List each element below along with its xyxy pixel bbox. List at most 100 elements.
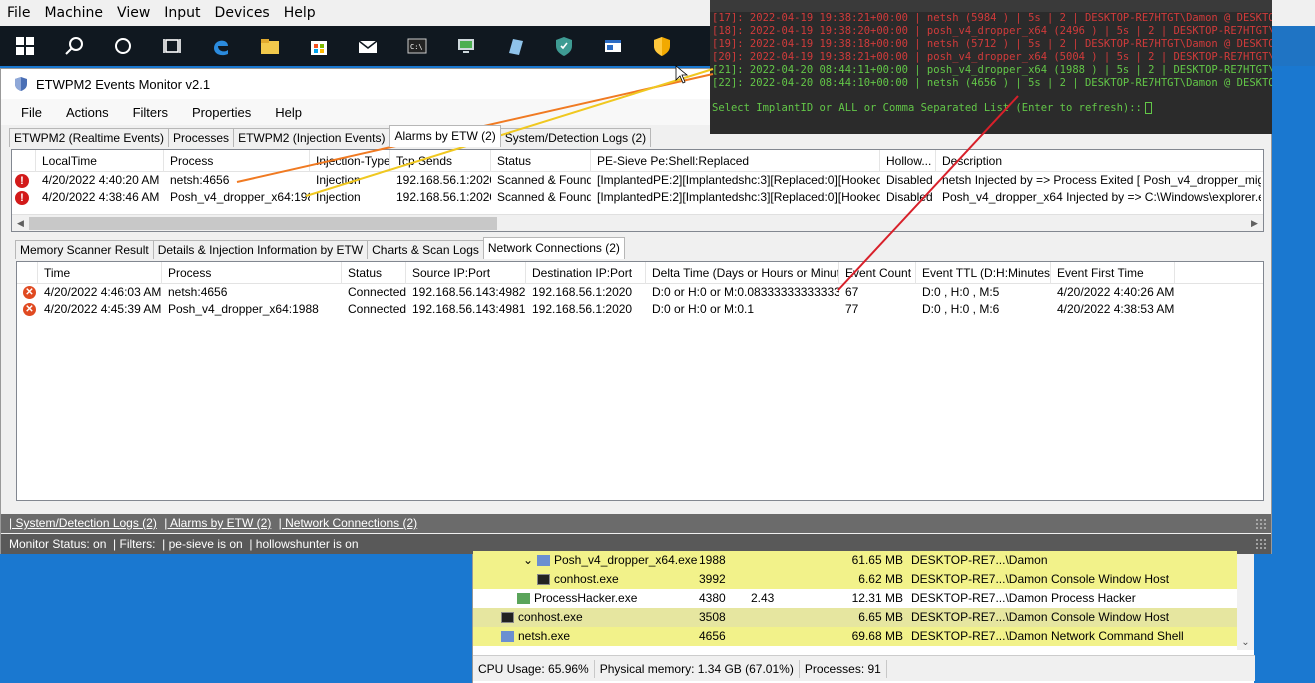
edge-icon[interactable] [196, 26, 245, 66]
vm-menu-view[interactable]: View [110, 0, 157, 26]
menu-filters[interactable]: Filters [121, 105, 180, 120]
etwpm2-window: ETWPM2 Events Monitor v2.1 File Actions … [0, 68, 1272, 554]
terminal-titlebar [710, 0, 1272, 12]
menu-help[interactable]: Help [263, 105, 314, 120]
defender-icon[interactable] [539, 26, 588, 66]
connection-alert-icon: ✕ [23, 303, 36, 317]
alarms-col-description[interactable]: Description [936, 150, 1261, 172]
cortana-icon[interactable] [98, 26, 147, 66]
alarms-col-localtime[interactable]: LocalTime [36, 150, 164, 172]
alarm-cell-time: 4/20/2022 4:38:46 AM [42, 190, 160, 204]
log-links-bar: | System/Detection Logs (2) | Alarms by … [1, 514, 1271, 533]
process-row[interactable]: conhost.exe 3508 6.65 MB DESKTOP-RE7...\… [473, 608, 1237, 627]
connection-row[interactable]: ✕ 4/20/2022 4:45:39 AM Posh_v4_dropper_x… [17, 301, 1263, 318]
link-alarms-by-etw[interactable]: | Alarms by ETW (2) [164, 516, 271, 530]
conn-cell-source: 192.168.56.143:49815 [412, 302, 526, 316]
expand-chevron-icon[interactable]: ⌄ [473, 551, 537, 570]
conn-col-status[interactable]: Status [342, 262, 406, 284]
search-icon[interactable] [49, 26, 98, 66]
tab-network-connections[interactable]: Network Connections (2) [482, 237, 625, 259]
resize-grip-icon[interactable] [1255, 518, 1267, 530]
process-icon [501, 631, 514, 643]
connections-header: Time Process Status Source IP:Port Desti… [17, 262, 1263, 284]
tab-alarms-by-etw[interactable]: Alarms by ETW (2) [389, 125, 501, 147]
menu-actions[interactable]: Actions [54, 105, 121, 120]
menu-file[interactable]: File [9, 105, 54, 120]
process-row[interactable]: ProcessHacker.exe 4380 2.43 12.31 MB DES… [473, 589, 1237, 608]
tab-details-injection[interactable]: Details & Injection Information by ETW [152, 240, 369, 259]
alarms-hscrollbar[interactable]: ◀ ▶ [12, 214, 1263, 231]
process-user: DESKTOP-RE7...\Damon [911, 591, 1048, 605]
expand-chevron-icon [473, 608, 501, 627]
process-pid: 3508 [699, 610, 726, 624]
tab-system-detection-logs[interactable]: System/Detection Logs (2) [499, 128, 652, 147]
svg-text:C:\: C:\ [410, 43, 423, 51]
conn-cell-event-ttl: D:0 , H:0 , M:5 [922, 285, 1000, 299]
conn-col-event-ttl[interactable]: Event TTL (D:H:Minutes) [916, 262, 1051, 284]
tab-charts-scan-logs[interactable]: Charts & Scan Logs [367, 240, 484, 259]
tab-processes[interactable]: Processes [168, 128, 235, 147]
alarms-col-hollow[interactable]: Hollow... [880, 150, 936, 172]
store-icon[interactable] [294, 26, 343, 66]
network-monitor-icon[interactable] [441, 26, 490, 66]
expand-chevron-icon [473, 570, 537, 589]
vm-menu-machine[interactable]: Machine [37, 0, 110, 26]
taskbar: C:\ [0, 26, 712, 66]
alarms-col-process[interactable]: Process [164, 150, 310, 172]
process-name: netsh.exe [518, 629, 571, 643]
vm-menu-input[interactable]: Input [157, 0, 207, 26]
conn-col-time[interactable]: Time [38, 262, 162, 284]
conn-col-first-time[interactable]: Event First Time [1051, 262, 1175, 284]
vm-menu-help[interactable]: Help [277, 0, 323, 26]
terminal-prompt-text: Select ImplantID or ALL or Comma Separat… [712, 102, 1142, 114]
alarm-cell-hollow: Disabled [886, 190, 933, 204]
conn-cell-process: Posh_v4_dropper_x64:1988 [168, 302, 319, 316]
link-system-detection-logs[interactable]: | System/Detection Logs (2) [9, 516, 157, 530]
notepad-icon[interactable] [490, 26, 539, 66]
alarm-row[interactable]: ! 4/20/2022 4:40:20 AM netsh:4656 Inject… [12, 172, 1263, 189]
alarm-row[interactable]: ! 4/20/2022 4:38:46 AM Posh_v4_dropper_x… [12, 189, 1263, 206]
process-description: Console Window Host [1051, 572, 1170, 586]
scroll-left-icon[interactable]: ◀ [12, 215, 29, 232]
vm-menu-file[interactable]: File [0, 0, 37, 26]
mail-icon[interactable] [343, 26, 392, 66]
alarms-col-status[interactable]: Status [491, 150, 591, 172]
menu-properties[interactable]: Properties [180, 105, 263, 120]
tab-injection-events[interactable]: ETWPM2 (Injection Events) [233, 128, 391, 147]
resize-grip-icon[interactable] [1255, 538, 1267, 550]
link-network-connections[interactable]: | Network Connections (2) [279, 516, 418, 530]
process-row[interactable]: ⌄ Posh_v4_dropper_x64.exe 1988 61.65 MB … [473, 551, 1237, 570]
task-view-icon[interactable] [147, 26, 196, 66]
process-name: conhost.exe [518, 610, 583, 624]
connection-row[interactable]: ✕ 4/20/2022 4:46:03 AM netsh:4656 Connec… [17, 284, 1263, 301]
alarm-cell-tcp-sends: 192.168.56.1:2020 [396, 173, 491, 187]
process-vscrollbar[interactable]: ⌄ [1237, 554, 1254, 650]
scroll-down-icon[interactable]: ⌄ [1237, 637, 1254, 648]
scroll-thumb[interactable] [29, 216, 497, 230]
windows-start-icon[interactable] [0, 26, 49, 66]
file-explorer-icon[interactable] [245, 26, 294, 66]
conn-col-source[interactable]: Source IP:Port [406, 262, 526, 284]
app-window-icon[interactable] [588, 26, 637, 66]
process-row[interactable]: netsh.exe 4656 69.68 MB DESKTOP-RE7...\D… [473, 627, 1237, 646]
conn-col-delta-time[interactable]: Delta Time (Days or Hours or Minutes) [646, 262, 839, 284]
cmd-icon[interactable]: C:\ [392, 26, 441, 66]
conn-col-event-count[interactable]: Event Count [839, 262, 916, 284]
security-shield-icon[interactable] [637, 26, 686, 66]
alarms-col-injection-type[interactable]: Injection-Type [310, 150, 390, 172]
alarms-col-tcp-sends[interactable]: Tcp Sends [390, 150, 491, 172]
process-user: DESKTOP-RE7...\Damon [911, 572, 1048, 586]
vm-menu-devices[interactable]: Devices [208, 0, 277, 26]
alarms-col-pesieve[interactable]: PE-Sieve Pe:Shell:Replaced [591, 150, 880, 172]
process-memory: 61.65 MB [851, 553, 903, 567]
process-row[interactable]: conhost.exe 3992 6.62 MB DESKTOP-RE7...\… [473, 570, 1237, 589]
conn-col-destination[interactable]: Destination IP:Port [526, 262, 646, 284]
process-memory: 12.31 MB [851, 591, 903, 605]
tab-memory-scanner[interactable]: Memory Scanner Result [15, 240, 154, 259]
scroll-right-icon[interactable]: ▶ [1246, 215, 1263, 232]
process-pid: 4656 [699, 629, 726, 643]
process-cpu [747, 608, 819, 627]
conn-col-process[interactable]: Process [162, 262, 342, 284]
terminal-prompt[interactable]: Select ImplantID or ALL or Comma Separat… [710, 102, 1272, 114]
tab-realtime-events[interactable]: ETWPM2 (Realtime Events) [9, 128, 170, 147]
